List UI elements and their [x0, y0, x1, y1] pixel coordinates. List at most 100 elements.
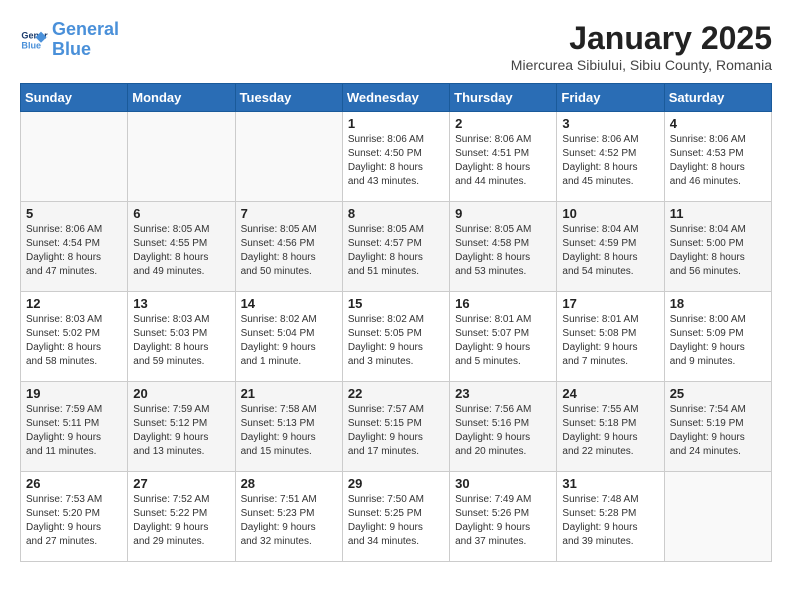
day-info: Sunrise: 8:03 AM Sunset: 5:02 PM Dayligh…: [26, 313, 122, 369]
calendar-cell: 31 Sunrise: 7:48 AM Sunset: 5:28 PM Dayli…: [557, 472, 664, 562]
day-info: Sunrise: 7:53 AM Sunset: 5:20 PM Dayligh…: [26, 493, 122, 549]
day-info: Sunrise: 8:06 AM Sunset: 4:51 PM Dayligh…: [455, 133, 551, 189]
week-row-2: 5Sunrise: 8:06 AM Sunset: 4:54 PM Daylig…: [21, 202, 772, 292]
calendar-cell: 24Sunrise: 7:55 AM Sunset: 5:18 PM Dayli…: [557, 382, 664, 472]
day-info: Sunrise: 8:01 AM Sunset: 5:08 PM Dayligh…: [562, 313, 658, 369]
calendar-cell: 6 Sunrise: 8:05 AM Sunset: 4:55 PM Daylig…: [128, 202, 235, 292]
day-info: Sunrise: 8:05 AM Sunset: 4:58 PM Dayligh…: [455, 223, 551, 279]
day-number: 30: [455, 476, 551, 491]
day-info: Sunrise: 8:05 AM Sunset: 4:56 PM Dayligh…: [241, 223, 337, 279]
calendar-cell: 5Sunrise: 8:06 AM Sunset: 4:54 PM Daylig…: [21, 202, 128, 292]
day-number: 8: [348, 206, 444, 221]
calendar-cell: 11Sunrise: 8:04 AM Sunset: 5:00 PM Dayli…: [664, 202, 771, 292]
week-row-5: 26 Sunrise: 7:53 AM Sunset: 5:20 PM Dayli…: [21, 472, 772, 562]
day-info: Sunrise: 7:58 AM Sunset: 5:13 PM Dayligh…: [241, 403, 337, 459]
calendar-cell: 16 Sunrise: 8:01 AM Sunset: 5:07 PM Dayli…: [450, 292, 557, 382]
week-row-1: 1Sunrise: 8:06 AM Sunset: 4:50 PM Daylig…: [21, 112, 772, 202]
day-number: 3: [562, 116, 658, 131]
day-info: Sunrise: 7:59 AM Sunset: 5:11 PM Dayligh…: [26, 403, 122, 459]
day-number: 22: [348, 386, 444, 401]
day-info: Sunrise: 8:05 AM Sunset: 4:57 PM Dayligh…: [348, 223, 444, 279]
day-number: 13: [133, 296, 229, 311]
logo-icon: General Blue: [20, 26, 48, 54]
day-info: Sunrise: 8:04 AM Sunset: 5:00 PM Dayligh…: [670, 223, 766, 279]
calendar-cell: 15 Sunrise: 8:02 AM Sunset: 5:05 PM Dayli…: [342, 292, 449, 382]
page-header: General Blue General Blue January 2025 M…: [20, 20, 772, 73]
day-number: 9: [455, 206, 551, 221]
calendar-cell: 13 Sunrise: 8:03 AM Sunset: 5:03 PM Dayli…: [128, 292, 235, 382]
day-number: 28: [241, 476, 337, 491]
day-info: Sunrise: 7:59 AM Sunset: 5:12 PM Dayligh…: [133, 403, 229, 459]
day-info: Sunrise: 8:02 AM Sunset: 5:04 PM Dayligh…: [241, 313, 337, 369]
calendar-cell: 19 Sunrise: 7:59 AM Sunset: 5:11 PM Dayli…: [21, 382, 128, 472]
day-number: 21: [241, 386, 337, 401]
day-info: Sunrise: 8:04 AM Sunset: 4:59 PM Dayligh…: [562, 223, 658, 279]
day-number: 23: [455, 386, 551, 401]
day-info: Sunrise: 7:57 AM Sunset: 5:15 PM Dayligh…: [348, 403, 444, 459]
calendar-cell: 30 Sunrise: 7:49 AM Sunset: 5:26 PM Dayli…: [450, 472, 557, 562]
day-info: Sunrise: 8:03 AM Sunset: 5:03 PM Dayligh…: [133, 313, 229, 369]
day-info: Sunrise: 7:48 AM Sunset: 5:28 PM Dayligh…: [562, 493, 658, 549]
calendar-cell: 17 Sunrise: 8:01 AM Sunset: 5:08 PM Dayli…: [557, 292, 664, 382]
weekday-header-wednesday: Wednesday: [342, 84, 449, 112]
calendar-cell: 10Sunrise: 8:04 AM Sunset: 4:59 PM Dayli…: [557, 202, 664, 292]
calendar-cell: 26 Sunrise: 7:53 AM Sunset: 5:20 PM Dayli…: [21, 472, 128, 562]
calendar-cell: [235, 112, 342, 202]
calendar-cell: 2 Sunrise: 8:06 AM Sunset: 4:51 PM Daylig…: [450, 112, 557, 202]
calendar-cell: 23 Sunrise: 7:56 AM Sunset: 5:16 PM Dayli…: [450, 382, 557, 472]
day-info: Sunrise: 7:50 AM Sunset: 5:25 PM Dayligh…: [348, 493, 444, 549]
day-info: Sunrise: 7:49 AM Sunset: 5:26 PM Dayligh…: [455, 493, 551, 549]
weekday-header-thursday: Thursday: [450, 84, 557, 112]
svg-text:Blue: Blue: [21, 40, 41, 50]
calendar-cell: [664, 472, 771, 562]
location: Miercurea Sibiului, Sibiu County, Romani…: [511, 57, 772, 73]
day-info: Sunrise: 7:56 AM Sunset: 5:16 PM Dayligh…: [455, 403, 551, 459]
day-number: 4: [670, 116, 766, 131]
day-number: 16: [455, 296, 551, 311]
calendar-cell: 28 Sunrise: 7:51 AM Sunset: 5:23 PM Dayli…: [235, 472, 342, 562]
title-block: January 2025 Miercurea Sibiului, Sibiu C…: [511, 20, 772, 73]
day-number: 14: [241, 296, 337, 311]
calendar-cell: [21, 112, 128, 202]
day-number: 31: [562, 476, 658, 491]
day-info: Sunrise: 8:01 AM Sunset: 5:07 PM Dayligh…: [455, 313, 551, 369]
day-info: Sunrise: 8:06 AM Sunset: 4:54 PM Dayligh…: [26, 223, 122, 279]
calendar-cell: 4Sunrise: 8:06 AM Sunset: 4:53 PM Daylig…: [664, 112, 771, 202]
day-number: 2: [455, 116, 551, 131]
day-number: 19: [26, 386, 122, 401]
day-info: Sunrise: 7:51 AM Sunset: 5:23 PM Dayligh…: [241, 493, 337, 549]
day-info: Sunrise: 8:06 AM Sunset: 4:52 PM Dayligh…: [562, 133, 658, 189]
day-number: 26: [26, 476, 122, 491]
day-number: 7: [241, 206, 337, 221]
day-info: Sunrise: 8:05 AM Sunset: 4:55 PM Dayligh…: [133, 223, 229, 279]
calendar-cell: 9 Sunrise: 8:05 AM Sunset: 4:58 PM Daylig…: [450, 202, 557, 292]
day-number: 25: [670, 386, 766, 401]
week-row-4: 19 Sunrise: 7:59 AM Sunset: 5:11 PM Dayli…: [21, 382, 772, 472]
day-number: 6: [133, 206, 229, 221]
day-info: Sunrise: 7:52 AM Sunset: 5:22 PM Dayligh…: [133, 493, 229, 549]
day-number: 29: [348, 476, 444, 491]
calendar-cell: 20 Sunrise: 7:59 AM Sunset: 5:12 PM Dayli…: [128, 382, 235, 472]
day-info: Sunrise: 7:54 AM Sunset: 5:19 PM Dayligh…: [670, 403, 766, 459]
day-number: 17: [562, 296, 658, 311]
weekday-header-sunday: Sunday: [21, 84, 128, 112]
calendar-cell: 3 Sunrise: 8:06 AM Sunset: 4:52 PM Daylig…: [557, 112, 664, 202]
day-number: 12: [26, 296, 122, 311]
calendar-cell: 1Sunrise: 8:06 AM Sunset: 4:50 PM Daylig…: [342, 112, 449, 202]
calendar-cell: 27Sunrise: 7:52 AM Sunset: 5:22 PM Dayli…: [128, 472, 235, 562]
calendar-cell: 7 Sunrise: 8:05 AM Sunset: 4:56 PM Daylig…: [235, 202, 342, 292]
calendar-cell: 14 Sunrise: 8:02 AM Sunset: 5:04 PM Dayli…: [235, 292, 342, 382]
logo-text: General Blue: [52, 20, 119, 60]
day-info: Sunrise: 8:02 AM Sunset: 5:05 PM Dayligh…: [348, 313, 444, 369]
weekday-header-friday: Friday: [557, 84, 664, 112]
calendar-cell: 12 Sunrise: 8:03 AM Sunset: 5:02 PM Dayli…: [21, 292, 128, 382]
calendar-cell: 21 Sunrise: 7:58 AM Sunset: 5:13 PM Dayli…: [235, 382, 342, 472]
day-number: 20: [133, 386, 229, 401]
day-info: Sunrise: 7:55 AM Sunset: 5:18 PM Dayligh…: [562, 403, 658, 459]
month-title: January 2025: [511, 20, 772, 57]
day-number: 18: [670, 296, 766, 311]
day-number: 15: [348, 296, 444, 311]
calendar-cell: 8 Sunrise: 8:05 AM Sunset: 4:57 PM Daylig…: [342, 202, 449, 292]
weekday-header-saturday: Saturday: [664, 84, 771, 112]
calendar-table: SundayMondayTuesdayWednesdayThursdayFrid…: [20, 83, 772, 562]
